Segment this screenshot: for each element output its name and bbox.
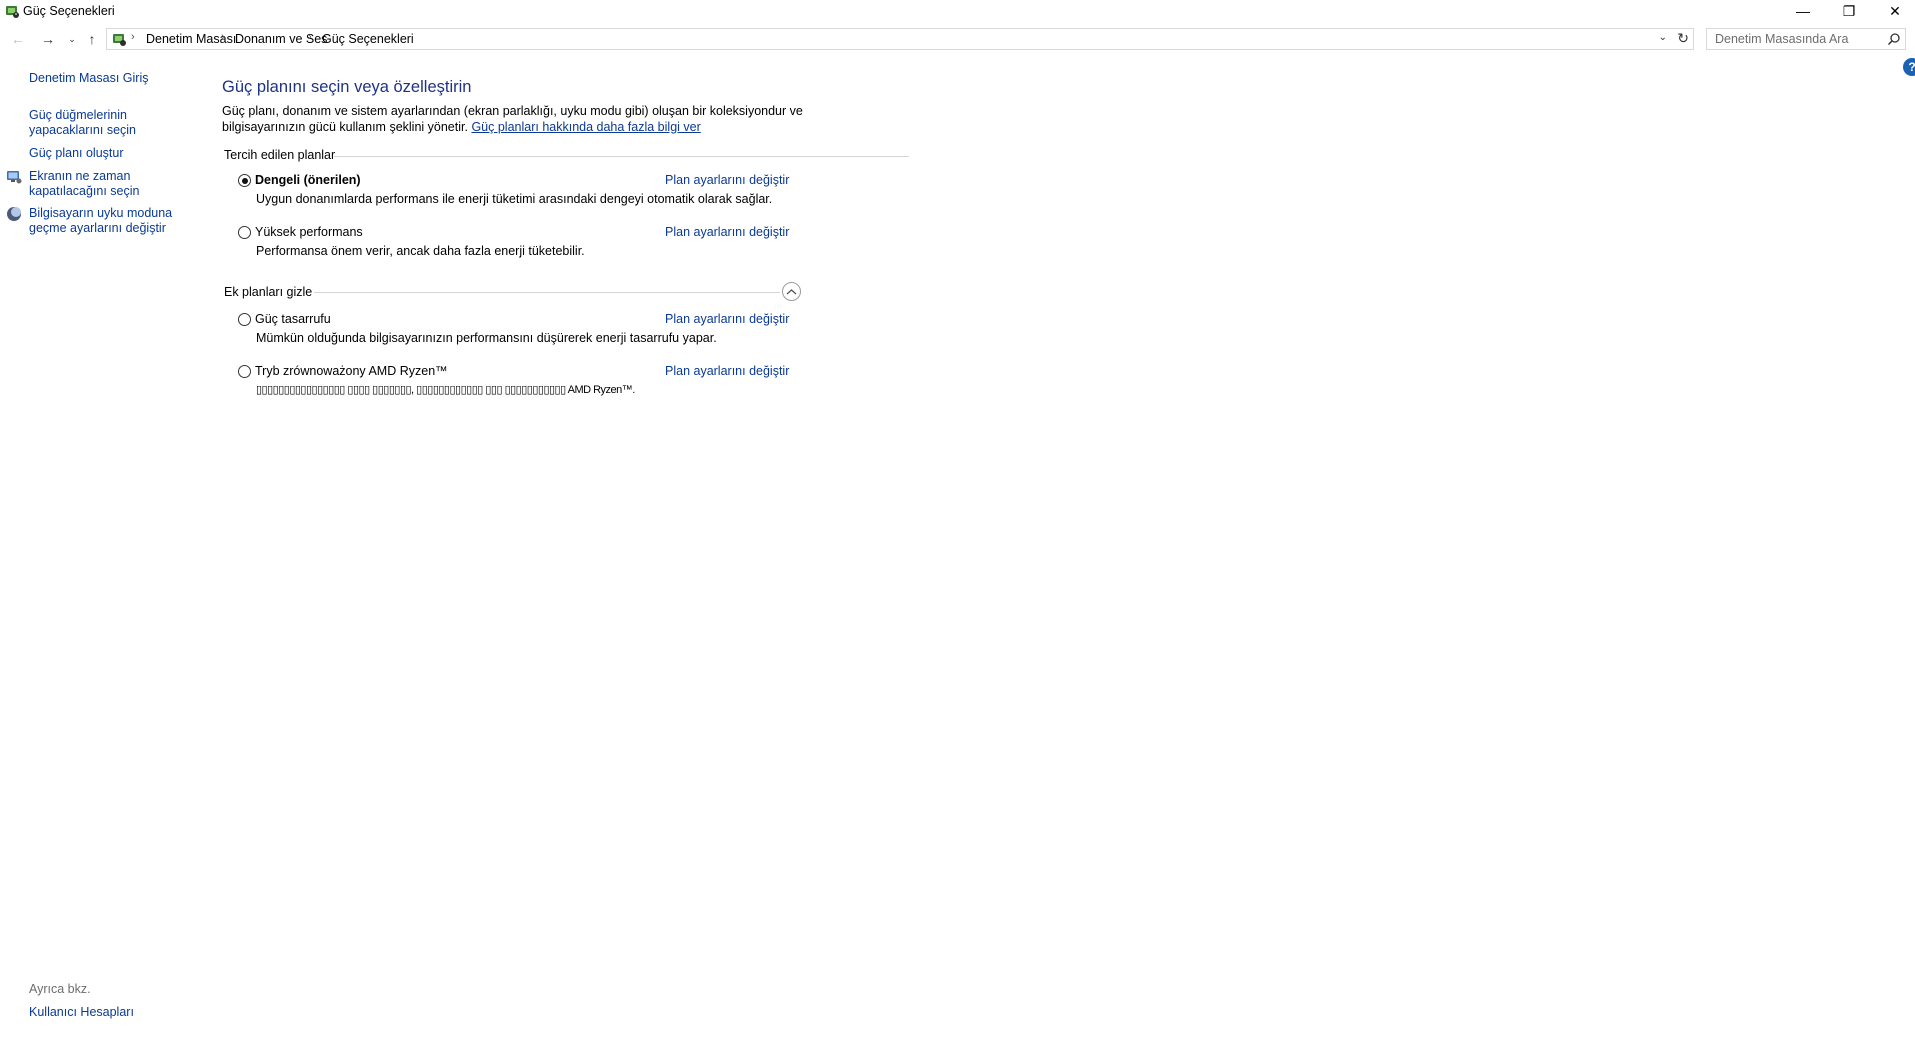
change-plan-settings-link[interactable]: Plan ayarlarını değiştir xyxy=(665,173,789,187)
moon-icon xyxy=(7,207,21,221)
window-title: Güç Seçenekleri xyxy=(23,4,115,18)
sidebar-item-label: Güç düğmelerinin xyxy=(29,108,127,122)
breadcrumb-power-options[interactable]: Güç Seçenekleri xyxy=(322,32,414,46)
sidebar-item-label: geçme ayarlarını değiştir xyxy=(29,221,166,235)
search-box[interactable] xyxy=(1706,28,1906,50)
user-accounts-link[interactable]: Kullanıcı Hesapları xyxy=(29,1005,134,1019)
sidebar-item-label: kapatılacağını seçin xyxy=(29,184,140,198)
refresh-icon[interactable]: ↻ xyxy=(1677,30,1689,47)
sidebar-item-power-buttons[interactable]: Güç düğmelerinin yapacaklarını seçin xyxy=(29,108,136,138)
sidebar-item-display-off[interactable]: Ekranın ne zaman kapatılacağını seçin xyxy=(29,169,140,199)
plan-description: Performansa önem verir, ancak daha fazla… xyxy=(256,244,585,258)
plan-name[interactable]: Güç tasarrufu xyxy=(255,312,331,326)
see-also-label: Ayrıca bkz. xyxy=(29,982,91,996)
sidebar-item-label: Güç planı oluştur xyxy=(29,146,124,160)
preferred-plans-header: Tercih edilen planlar xyxy=(224,148,336,162)
plan-radio-balanced[interactable] xyxy=(238,174,251,187)
title-bar: Güç Seçenekleri — ❐ ✕ xyxy=(0,0,1915,22)
breadcrumb-separator: › xyxy=(221,31,225,43)
search-icon[interactable] xyxy=(1887,32,1901,46)
up-button[interactable]: ↑ xyxy=(82,29,102,49)
change-plan-settings-link[interactable]: Plan ayarlarını değiştir xyxy=(665,225,789,239)
breadcrumb-hardware-sound[interactable]: Donanım ve Ses xyxy=(235,32,327,46)
page-description: Güç planı, donanım ve sistem ayarlarında… xyxy=(222,104,803,134)
learn-more-link[interactable]: Güç planları hakkında daha fazla bilgi v… xyxy=(471,120,700,134)
group-divider xyxy=(314,292,780,293)
close-button[interactable]: ✕ xyxy=(1872,0,1915,22)
recent-locations-button[interactable]: ⌄ xyxy=(62,29,82,49)
plan-name[interactable]: Yüksek performans xyxy=(255,225,363,239)
navigation-bar: ← → ⌄ ↑ › Denetim Masası › Donanım ve Se… xyxy=(0,26,1915,52)
sidebar-item-control-panel-home[interactable]: Denetim Masası Giriş xyxy=(29,71,148,86)
address-dropdown-icon[interactable]: ⌄ xyxy=(1659,32,1667,43)
plan-radio-amd-ryzen-balanced[interactable] xyxy=(238,365,251,378)
power-options-window: Güç Seçenekleri — ❐ ✕ ← → ⌄ ↑ › Denetim … xyxy=(0,0,1915,1040)
power-options-icon xyxy=(6,6,19,18)
minimize-button[interactable]: — xyxy=(1780,0,1826,22)
page-title: Güç planını seçin veya özelleştirin xyxy=(222,78,472,96)
forward-button[interactable]: → xyxy=(38,29,58,49)
sidebar-item-label: Ekranın ne zaman xyxy=(29,169,131,183)
sidebar-item-label: Bilgisayarın uyku moduna xyxy=(29,206,173,220)
collapse-additional-plans-button[interactable] xyxy=(782,282,801,301)
control-panel-icon xyxy=(113,34,126,46)
plan-description: Mümkün olduğunda bilgisayarınızın perfor… xyxy=(256,331,717,345)
left-navigation-pane: Denetim Masası Giriş Güç düğmelerinin ya… xyxy=(0,60,200,1040)
breadcrumb-separator: › xyxy=(131,31,135,43)
change-plan-settings-link[interactable]: Plan ayarlarını değiştir xyxy=(665,364,789,378)
plan-radio-high-performance[interactable] xyxy=(238,226,251,239)
chevron-up-icon xyxy=(786,288,797,294)
plan-name[interactable]: Dengeli (önerilen) xyxy=(255,173,361,187)
restore-button[interactable]: ❐ xyxy=(1826,0,1872,22)
hide-additional-plans-header[interactable]: Ek planları gizle xyxy=(224,285,312,299)
breadcrumb-separator: › xyxy=(308,31,312,43)
sidebar-item-create-power-plan[interactable]: Güç planı oluştur xyxy=(29,146,124,161)
plan-description: Uygun donanımlarda performans ile enerji… xyxy=(256,192,773,206)
sidebar-item-label: yapacaklarını seçin xyxy=(29,123,137,137)
address-bar[interactable]: › Denetim Masası › Donanım ve Ses › Güç … xyxy=(106,28,1694,50)
change-plan-settings-link[interactable]: Plan ayarlarını değiştir xyxy=(665,312,789,326)
monitor-icon xyxy=(7,171,22,184)
plan-description: ▯▯▯▯▯▯▯▯▯▯▯▯▯▯▯▯ ▯▯▯▯ ▯▯▯▯▯▯▯, ▯▯▯▯▯▯▯▯▯… xyxy=(256,384,635,396)
search-input[interactable] xyxy=(1707,29,1879,49)
group-divider xyxy=(334,156,909,157)
plan-radio-power-saver[interactable] xyxy=(238,313,251,326)
plan-name[interactable]: Tryb zrównoważony AMD Ryzen™ xyxy=(255,364,448,378)
help-icon[interactable]: ? xyxy=(1903,58,1915,76)
sidebar-item-sleep-settings[interactable]: Bilgisayarın uyku moduna geçme ayarların… xyxy=(29,206,172,236)
back-button[interactable]: ← xyxy=(8,29,28,49)
